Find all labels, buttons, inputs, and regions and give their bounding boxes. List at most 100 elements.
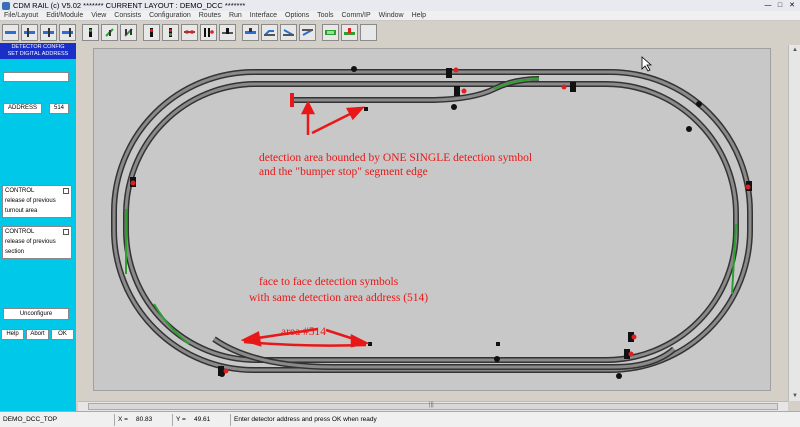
control-section-title: CONTROL [5,229,35,235]
bumper-stop-icon [245,27,256,34]
name-input[interactable] [3,72,69,82]
menu-file-layout[interactable]: File/Layout [0,12,42,19]
status-x-value: 80.83 [133,413,173,426]
control-turnout-title: CONTROL [5,188,35,194]
signal-red-button[interactable] [120,23,137,41]
address-input[interactable]: 514 [49,103,69,114]
detector-multi-button[interactable] [200,23,217,41]
status-y-value: 49.61 [191,413,231,426]
arrow-detector-line [311,109,357,135]
route-set-button[interactable] [280,23,297,41]
signal-head [351,66,357,72]
detector-face-icon [184,29,195,34]
address-label: ADDRESS [3,103,42,114]
panel-header-line1: DETECTOR CONFIG [11,44,65,50]
control-turnout-checkbox[interactable] [63,188,69,194]
occupancy-button[interactable] [322,23,339,41]
help-button[interactable]: Help [1,329,24,340]
ok-button[interactable]: OK [51,329,74,340]
menu-window[interactable]: Window [375,12,408,19]
menu-consists[interactable]: Consists [110,12,145,19]
turnout-icon [43,27,54,37]
menu-run[interactable]: Run [225,12,246,19]
track-inner-rail [123,81,739,363]
signal-head [616,373,622,379]
signal-lamp [628,351,634,357]
menu-comm-ip[interactable]: Comm/IP [338,12,375,19]
menu-configuration[interactable]: Configuration [145,12,195,19]
control-section-line3: section [5,249,25,255]
track-curve-icon [24,27,35,37]
detector-symbol [368,342,372,346]
signal-green-button[interactable] [82,23,99,41]
detector-button[interactable] [162,23,179,41]
timer-icon [344,27,355,35]
horizontal-scroll-thumb[interactable]: ||| [88,402,778,410]
signal-dual-button[interactable] [101,23,118,41]
control-turnout-line2: release of previous [5,198,56,204]
track-straight-icon [5,30,16,34]
track-outer-rail [111,69,753,373]
detector-address-icon [222,27,233,34]
control-turnout-line3: turnout area [5,208,38,214]
signal-head [451,104,457,110]
detector-address-button[interactable] [219,23,236,41]
mouse-cursor-icon [641,56,653,72]
status-layout-name: DEMO_DCC_TOP [0,413,115,426]
note2-line1: face to face detection symbols [259,276,399,288]
signal-green-icon [89,27,92,37]
menu-tools[interactable]: Tools [313,12,337,19]
menu-view[interactable]: View [87,12,110,19]
blank-tool-button[interactable] [360,23,377,41]
signal-lamp [223,368,229,374]
area-label: area #514 [281,326,326,338]
signal-head [494,356,500,362]
occupancy-icon [325,29,336,35]
control-section-checkbox[interactable] [63,229,69,235]
turnout-button[interactable] [40,23,57,41]
vertical-scrollbar[interactable]: ▲ ▼ [788,45,800,401]
layout-area: detection area bounded by ONE SINGLE det… [78,45,786,401]
crossing-button[interactable] [59,23,76,41]
signal-dual-icon [105,27,114,37]
sign-board-icon [264,29,275,36]
signal-red-icon [124,27,133,37]
menu-interface[interactable]: Interface [246,12,281,19]
signal-lamp [130,180,136,186]
timer-button[interactable] [341,23,358,41]
status-bar: DEMO_DCC_TOP X = 80.83 Y = 49.61 Enter d… [0,411,800,427]
close-button[interactable]: ✕ [787,2,797,10]
signal-aspect-button[interactable] [143,23,160,41]
horizontal-scrollbar[interactable]: ||| [78,401,788,411]
panel-header-line2: SET DIGITAL ADDRESS [7,51,69,57]
menu-routes[interactable]: Routes [195,12,225,19]
signal-lamp [461,88,467,94]
signal-lamp [631,334,637,340]
menu-help[interactable]: Help [408,12,430,19]
signal-lamp [561,84,567,90]
detector-symbol [496,342,500,346]
scroll-down-arrow[interactable]: ▼ [789,391,800,401]
signal-mast [454,86,460,96]
detector-face-button[interactable] [181,23,198,41]
menu-options[interactable]: Options [281,12,313,19]
route-exit-icon [302,28,313,36]
detector-config-panel: DETECTOR CONFIG SET DIGITAL ADDRESS ADDR… [0,43,76,411]
status-y-label: Y = [176,415,186,423]
layout-canvas[interactable]: detection area bounded by ONE SINGLE det… [93,48,771,391]
track-curve-button[interactable] [21,23,38,41]
sign-board-button[interactable] [261,23,278,41]
track-straight-button[interactable] [2,23,19,41]
route-exit-button[interactable] [299,23,316,41]
bumper-stop-button[interactable] [242,23,259,41]
scroll-up-arrow[interactable]: ▲ [789,45,800,55]
minimize-button[interactable]: — [763,2,773,10]
maximize-button[interactable]: □ [775,2,785,10]
menu-edit-module[interactable]: Edit/Module [42,12,87,19]
status-x-label: X = [118,415,128,423]
arrow-detector-head [345,106,366,121]
menu-bar: File/Layout Edit/Module View Consists Co… [0,11,800,21]
signal-mast [446,68,452,78]
abort-button[interactable]: Abort [26,329,49,340]
unconfigure-button[interactable]: Unconfigure [3,308,69,320]
